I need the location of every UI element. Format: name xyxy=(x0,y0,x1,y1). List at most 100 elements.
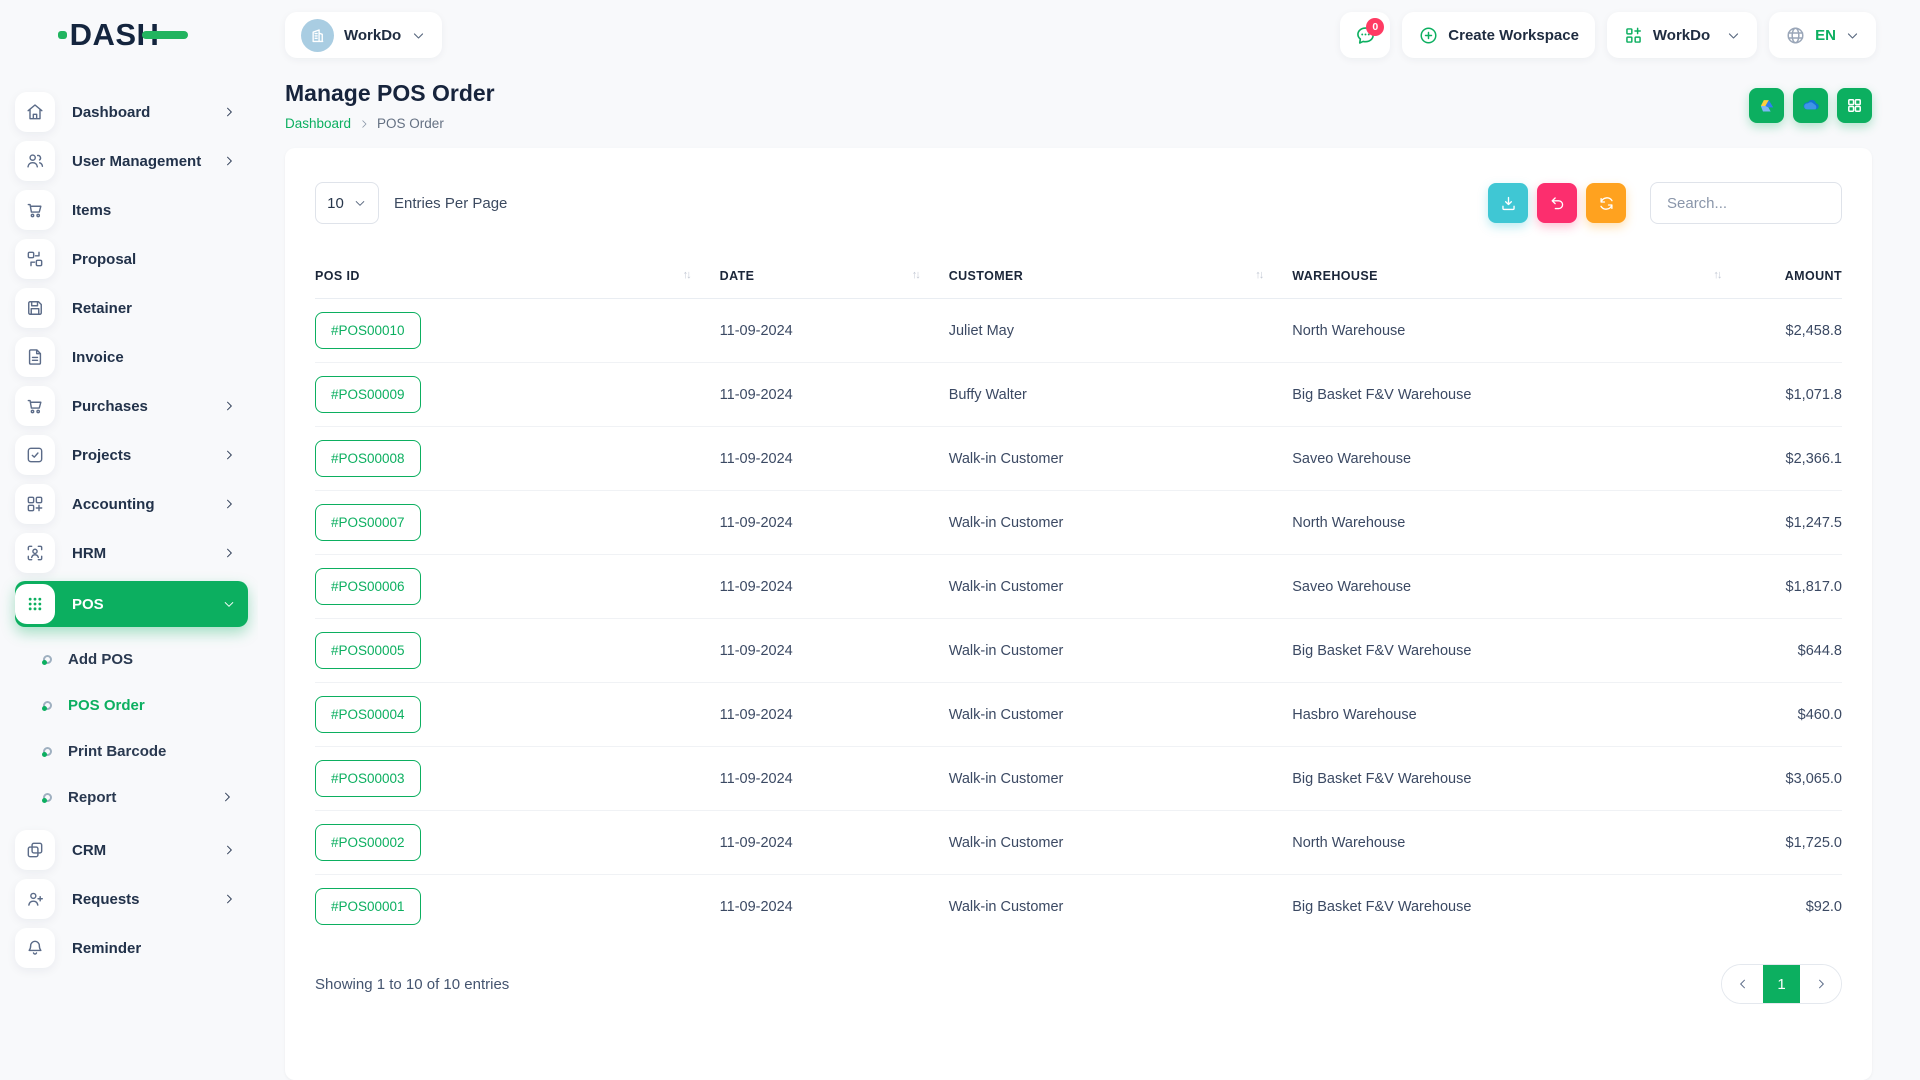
chevron-right-icon xyxy=(222,105,236,119)
amount-cell: $1,247.5 xyxy=(1750,491,1842,555)
entries-per-page-label: Entries Per Page xyxy=(394,195,507,212)
next-page-button[interactable] xyxy=(1800,965,1841,1003)
column-header-amount[interactable]: AMOUNT xyxy=(1750,256,1842,299)
submenu-item-pos-order[interactable]: POS Order xyxy=(0,682,258,728)
warehouse-cell: Saveo Warehouse xyxy=(1292,427,1750,491)
google-drive-button[interactable] xyxy=(1749,88,1784,123)
grid-dots-icon xyxy=(15,584,55,624)
sidebar-item-retainer[interactable]: Retainer xyxy=(15,287,248,329)
cart-icon xyxy=(15,386,55,426)
sidebar-item-reminder[interactable]: Reminder xyxy=(15,927,248,969)
onedrive-icon xyxy=(1800,95,1821,116)
pos-id-badge[interactable]: #POS00001 xyxy=(315,888,421,925)
warehouse-cell: Big Basket F&V Warehouse xyxy=(1292,619,1750,683)
chevron-right-icon xyxy=(222,843,236,857)
sidebar-item-proposal[interactable]: Proposal xyxy=(15,238,248,280)
pos-id-badge[interactable]: #POS00005 xyxy=(315,632,421,669)
logo-dash-accent xyxy=(142,31,188,39)
reset-button[interactable] xyxy=(1537,183,1577,223)
customer-cell: Walk-in Customer xyxy=(949,619,1293,683)
blocks-plus-icon xyxy=(15,484,55,524)
language-code: EN xyxy=(1815,27,1836,44)
sort-icon[interactable]: ↑↓ xyxy=(1713,269,1720,281)
chevron-down-icon xyxy=(1845,28,1860,43)
amount-cell: $1,725.0 xyxy=(1750,811,1842,875)
column-header-warehouse[interactable]: WAREHOUSE↑↓ xyxy=(1292,256,1750,299)
bell-icon xyxy=(15,928,55,968)
sort-icon[interactable]: ↑↓ xyxy=(1255,269,1262,281)
sort-icon[interactable]: ↑↓ xyxy=(912,269,919,281)
sidebar-item-hrm[interactable]: HRM xyxy=(15,532,248,574)
sidebar: Dashboard User Management Items Proposal… xyxy=(0,70,258,1080)
messenger-button[interactable]: 0 xyxy=(1340,12,1390,58)
topbar-actions: 0 Create Workspace WorkDo EN xyxy=(1340,12,1876,58)
breadcrumb-dashboard-link[interactable]: Dashboard xyxy=(285,116,351,131)
brand-logo[interactable]: DASH xyxy=(0,17,258,53)
sidebar-item-user-management[interactable]: User Management xyxy=(15,140,248,182)
chevron-right-icon xyxy=(1814,977,1828,991)
download-icon xyxy=(1499,194,1518,213)
language-selector[interactable]: EN xyxy=(1769,12,1876,58)
sidebar-item-items[interactable]: Items xyxy=(15,189,248,231)
sidebar-item-projects[interactable]: Projects xyxy=(15,434,248,476)
customer-cell: Walk-in Customer xyxy=(949,427,1293,491)
pos-id-badge[interactable]: #POS00006 xyxy=(315,568,421,605)
chevron-right-icon xyxy=(222,892,236,906)
search-input[interactable] xyxy=(1650,182,1842,224)
sidebar-item-requests[interactable]: Requests xyxy=(15,878,248,920)
customer-cell: Walk-in Customer xyxy=(949,811,1293,875)
sort-icon[interactable]: ↑↓ xyxy=(683,269,690,281)
pos-id-badge[interactable]: #POS00003 xyxy=(315,760,421,797)
sidebar-item-dashboard[interactable]: Dashboard xyxy=(15,91,248,133)
submenu-item-report[interactable]: Report xyxy=(0,774,258,820)
create-workspace-button[interactable]: Create Workspace xyxy=(1402,12,1595,58)
breadcrumb-current: POS Order xyxy=(377,116,444,131)
logo-dot-accent xyxy=(58,31,67,39)
sidebar-item-purchases[interactable]: Purchases xyxy=(15,385,248,427)
pos-id-badge[interactable]: #POS00008 xyxy=(315,440,421,477)
building-icon xyxy=(308,26,327,45)
workspace-avatar xyxy=(301,19,334,52)
chevron-right-icon xyxy=(222,546,236,560)
sidebar-item-accounting[interactable]: Accounting xyxy=(15,483,248,525)
users-icon xyxy=(15,141,55,181)
pos-id-badge[interactable]: #POS00007 xyxy=(315,504,421,541)
customer-cell: Juliet May xyxy=(949,299,1293,363)
workspace-menu-button[interactable]: WorkDo xyxy=(1607,12,1757,58)
export-button[interactable] xyxy=(1488,183,1528,223)
pos-id-badge[interactable]: #POS00004 xyxy=(315,696,421,733)
sidebar-item-pos[interactable]: POS xyxy=(15,581,248,627)
sidebar-item-crm[interactable]: CRM xyxy=(15,829,248,871)
current-page[interactable]: 1 xyxy=(1763,965,1800,1003)
submenu-item-add-pos[interactable]: Add POS xyxy=(0,636,258,682)
workspace-selector[interactable]: WorkDo xyxy=(285,12,442,58)
amount-cell: $2,458.8 xyxy=(1750,299,1842,363)
table-row: #POS00003 11-09-2024 Walk-in Customer Bi… xyxy=(315,747,1842,811)
pos-order-card: 10 Entries Per Page POS ID↑↓ DATE↑↓ xyxy=(285,148,1872,1080)
column-header-customer[interactable]: CUSTOMER↑↓ xyxy=(949,256,1293,299)
overlap-squares-icon xyxy=(15,830,55,870)
sidebar-item-invoice[interactable]: Invoice xyxy=(15,336,248,378)
grid-view-button[interactable] xyxy=(1837,88,1872,123)
submenu-item-print-barcode[interactable]: Print Barcode xyxy=(0,728,258,774)
grid-icon xyxy=(1845,96,1864,115)
onedrive-button[interactable] xyxy=(1793,88,1828,123)
previous-page-button[interactable] xyxy=(1722,965,1763,1003)
column-header-pos-id[interactable]: POS ID↑↓ xyxy=(315,256,720,299)
pos-id-badge[interactable]: #POS00010 xyxy=(315,312,421,349)
column-header-date[interactable]: DATE↑↓ xyxy=(720,256,949,299)
table-row: #POS00006 11-09-2024 Walk-in Customer Sa… xyxy=(315,555,1842,619)
page-title: Manage POS Order xyxy=(285,80,495,107)
amount-cell: $92.0 xyxy=(1750,875,1842,939)
pos-id-badge[interactable]: #POS00009 xyxy=(315,376,421,413)
chevron-down-icon xyxy=(353,196,367,210)
refresh-button[interactable] xyxy=(1586,183,1626,223)
table-row: #POS00007 11-09-2024 Walk-in Customer No… xyxy=(315,491,1842,555)
refresh-icon xyxy=(1597,194,1616,213)
undo-icon xyxy=(1548,194,1567,213)
customer-cell: Walk-in Customer xyxy=(949,747,1293,811)
pos-id-badge[interactable]: #POS00002 xyxy=(315,824,421,861)
entries-per-page-select[interactable]: 10 xyxy=(315,182,379,224)
pos-submenu: Add POS POS Order Print Barcode Report xyxy=(0,634,258,822)
chevron-right-icon xyxy=(220,790,234,804)
